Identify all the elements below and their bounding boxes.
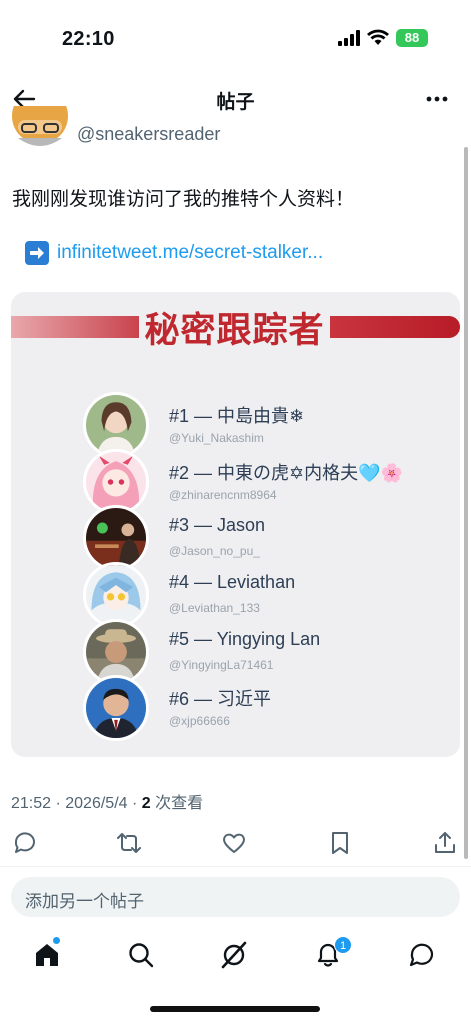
bottom-tab-bar — [0, 930, 471, 990]
status-time: 22:10 — [62, 28, 115, 50]
status-bar: 22:10 88 — [0, 0, 471, 70]
stalker-handle: @YingyingLa71461 — [169, 658, 274, 672]
page-title: 帖子 — [216, 92, 255, 113]
stalker-row: #2 — 中東の虎✡内格夫🩵🌸 @zhinarencnm8964 — [83, 449, 443, 515]
stalker-name: #4 — Leviathan — [169, 572, 296, 592]
post-link-row[interactable]: infinitetweet.me/secret-stalker... — [25, 240, 323, 266]
more-options-icon[interactable] — [422, 84, 452, 114]
scrollbar[interactable] — [464, 147, 468, 859]
share-icon[interactable] — [432, 830, 458, 856]
home-indicator — [150, 1006, 320, 1012]
reply-placeholder: 添加另一个帖子 — [25, 892, 144, 911]
divider — [0, 866, 471, 867]
stalker-name: #5 — Yingying Lan — [169, 629, 321, 649]
stalker-handle: @zhinarencnm8964 — [169, 488, 277, 502]
like-heart-icon[interactable] — [221, 830, 247, 856]
post-meta: 21:52 · 2026/5/4 · 2 次查看 — [11, 789, 203, 813]
view-count[interactable]: 2 — [142, 795, 151, 812]
stalker-row: #3 — Jason @Jason_no_pu_ — [83, 505, 443, 571]
right-arrow-emoji-icon — [25, 241, 49, 265]
home-new-dot — [52, 936, 61, 945]
post-timestamp: 21:52 · 2026/5/4 · — [11, 795, 142, 812]
view-count-label[interactable]: 次查看 — [151, 795, 203, 812]
stalker-name: #6 — 习近平 — [169, 689, 272, 709]
stalker-handle: @Leviathan_133 — [169, 601, 260, 615]
post-text: 我刚刚发现谁访问了我的推特个人资料！ — [12, 189, 355, 210]
card-title: 秘密跟踪者 — [144, 311, 325, 350]
stalker-handle: @xjp66666 — [169, 714, 230, 728]
post-actions — [0, 826, 471, 860]
stalker-row: #5 — Yingying Lan @YingyingLa71461 — [83, 619, 443, 685]
notification-badge: 1 — [334, 936, 352, 954]
stalker-row: #1 — 中島由貴❄ @Yuki_Nakashim — [83, 392, 443, 458]
stalker-row: #6 — 习近平 @xjp66666 — [83, 675, 443, 741]
cellular-signal-icon — [338, 30, 360, 46]
retweet-icon[interactable] — [116, 830, 142, 856]
stalker-name: #1 — 中島由貴❄ — [169, 406, 305, 426]
stalker-name: #3 — Jason — [169, 515, 266, 535]
author-avatar[interactable] — [12, 106, 68, 152]
reply-input[interactable]: 添加另一个帖子 — [11, 877, 460, 917]
messages-icon[interactable] — [407, 940, 437, 970]
stalker-handle: @Jason_no_pu_ — [169, 544, 260, 558]
title-bar-right — [330, 316, 460, 338]
grok-icon[interactable] — [219, 940, 249, 970]
wifi-icon — [367, 29, 389, 45]
bookmark-icon[interactable] — [327, 830, 353, 856]
reply-icon[interactable] — [12, 830, 38, 856]
top-navigation-bar: 帖子 — [0, 78, 471, 120]
title-bar-left — [11, 316, 139, 338]
stalker-handle: @Yuki_Nakashim — [169, 431, 264, 445]
stalker-row: #4 — Leviathan @Leviathan_133 — [83, 562, 443, 628]
post-link[interactable]: infinitetweet.me/secret-stalker... — [57, 242, 323, 264]
search-icon[interactable] — [126, 940, 156, 970]
stalker-card-image[interactable]: 秘密跟踪者 #1 — 中島由貴❄ @Yuki_Nakashim #2 — 中東の… — [11, 292, 460, 757]
author-handle[interactable]: @sneakersreader — [77, 124, 220, 145]
battery-indicator: 88 — [396, 29, 428, 47]
stalker-avatar — [83, 675, 149, 741]
stalker-name: #2 — 中東の虎✡内格夫🩵🌸 — [169, 463, 403, 483]
